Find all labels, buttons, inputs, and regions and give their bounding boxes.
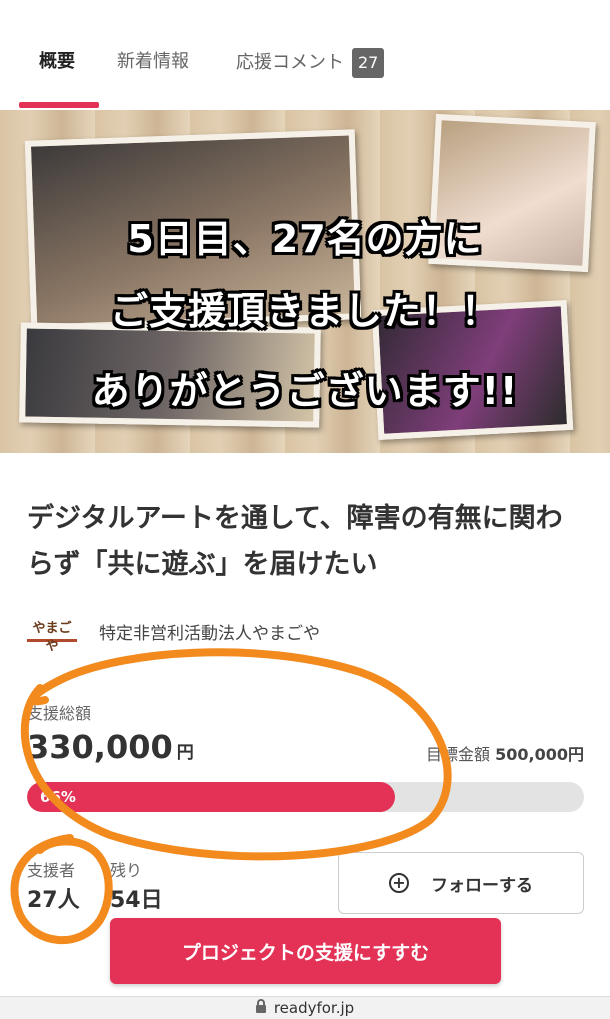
lock-icon: [255, 998, 266, 1013]
org-logo: やまごや: [27, 620, 77, 654]
follow-label: フォローする: [431, 875, 533, 896]
supporters-value: 27人: [27, 888, 80, 913]
organization[interactable]: やまごや 特定非営利活動法人やまごや: [27, 616, 320, 654]
supporters-label: 支援者: [27, 861, 76, 880]
support-project-button[interactable]: プロジェクトの支援にすすむ: [110, 918, 501, 984]
progress-bar: 66%: [27, 782, 584, 812]
hero-caption-line2: ご支援頂きました！！: [109, 289, 500, 333]
goal-amount: 目標金額 500,000円: [426, 741, 584, 765]
currency-unit: 円: [176, 743, 194, 763]
comment-count-badge: 27: [352, 48, 385, 78]
active-tab-indicator: [19, 102, 99, 108]
follow-button[interactable]: + フォローする: [338, 852, 584, 914]
tab-overview[interactable]: 概要: [39, 48, 75, 76]
remaining-value: 54日: [110, 888, 163, 913]
hero-image: 5日目、27名の方に ご支援頂きました！！ ありがとうございます!!: [0, 110, 610, 453]
browser-url-bar[interactable]: readyfor.jp: [0, 996, 610, 1019]
tab-bar: 概要 新着情報 応援コメント 27: [0, 0, 610, 110]
goal-value: 500,000円: [495, 745, 584, 764]
org-name[interactable]: 特定非営利活動法人やまごや: [99, 619, 320, 644]
goal-label: 目標金額: [426, 745, 491, 764]
hero-caption-line3: ありがとうございます!!: [91, 369, 519, 413]
remaining-label: 残り: [110, 861, 143, 880]
tab-news[interactable]: 新着情報: [117, 48, 189, 76]
total-label: 支援総額: [27, 704, 92, 723]
progress-fill: [27, 782, 395, 812]
tab-comments-label: 応援コメント: [236, 52, 344, 73]
tab-comments[interactable]: 応援コメント 27: [236, 48, 385, 78]
hero-caption-line1: 5日目、27名の方に: [127, 217, 483, 261]
total-amount: 330,000 円: [27, 728, 194, 766]
url-text: readyfor.jp: [273, 999, 355, 1017]
plus-circle-icon: +: [389, 873, 409, 893]
progress-percent: 66%: [40, 788, 76, 806]
project-title: デジタルアートを通して、障害の有無に関わらず「共に遊ぶ」を届けたい: [27, 503, 563, 580]
total-amount-value: 330,000: [27, 728, 173, 766]
